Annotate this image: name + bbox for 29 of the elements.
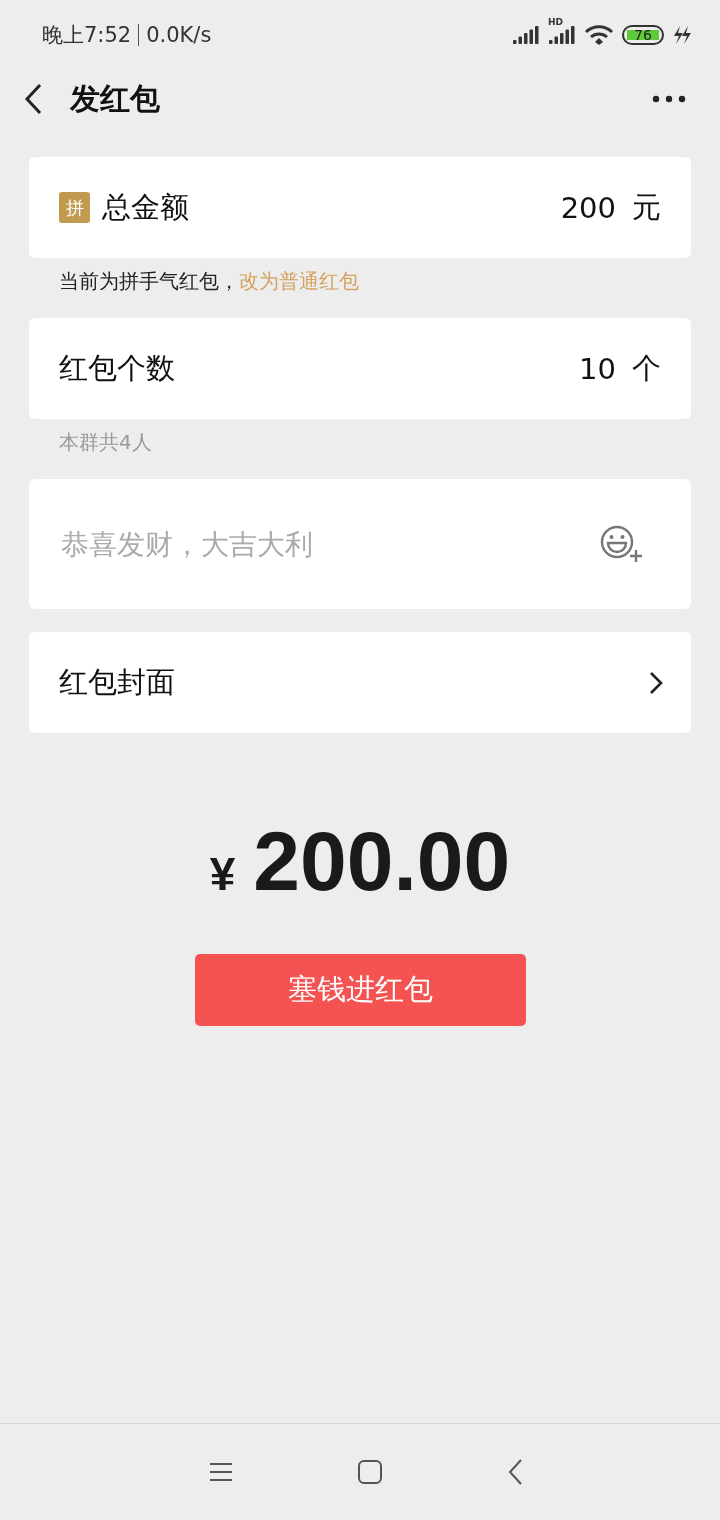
home-icon[interactable] [357,1459,383,1485]
amount-value[interactable]: 200 [560,190,616,225]
status-time: 晚上7:52 [42,22,132,49]
signal-icon [548,25,576,45]
menu-icon[interactable] [209,1462,233,1482]
page-title: 发红包 [70,79,161,118]
charging-icon [672,25,692,45]
back-icon[interactable] [507,1459,523,1485]
currency-symbol: ¥ [209,847,236,901]
mode-note: 当前为拼手气红包，改为普通红包 [58,268,360,295]
total-amount: 200.00 [253,813,511,910]
unit-label: 个 [632,349,661,387]
lucky-badge: 拼 [59,192,90,223]
signal-icon [512,25,540,45]
count-value[interactable]: 10 [579,351,616,386]
count-card[interactable]: 红包个数 10 个 [29,318,691,419]
group-size-note: 本群共4人 [58,429,153,456]
field-label: 红包个数 [59,349,175,387]
message-field[interactable]: 恭喜发财，大吉大利 [59,526,599,562]
amount-card[interactable]: 拼 总金额 200 元 [29,157,691,258]
field-label: 总金额 [102,188,189,226]
unit-label: 元 [632,188,661,226]
cover-row[interactable]: 红包封面 [29,632,691,733]
wifi-icon [584,24,614,46]
network-speed: 0.0K/s [146,23,212,47]
network-label: HD [548,17,563,27]
field-label: 红包封面 [59,663,175,701]
chevron-right-icon [649,670,663,695]
battery-indicator: 76 [622,25,664,45]
